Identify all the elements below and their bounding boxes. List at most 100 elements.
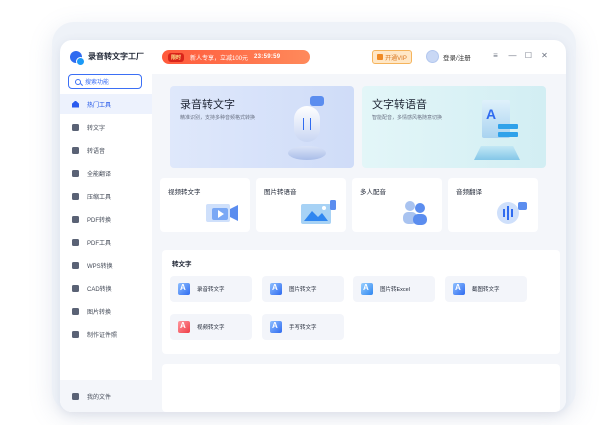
sidebar-item-compress[interactable]: 压缩工具 <box>60 186 152 206</box>
hero-subtitle: 智能配音，多情感风格随意切换 <box>372 115 443 121</box>
minimize-icon[interactable]: — <box>507 50 518 61</box>
wps-icon <box>72 261 79 269</box>
sidebar-item-my-files[interactable]: 我的文件 <box>60 386 152 406</box>
feature-label: 图片转文字 <box>289 287 317 293</box>
section-to-text: 转文字 录音转文字 图片转文字 图片转Excel 截图转文字 视频转文字 <box>162 250 560 354</box>
tile-video-to-text[interactable]: 视频转文字 <box>160 178 250 232</box>
app-window: 录音转文字工厂 限时 新人专享，立减100元 23:59:59 开通VIP 登录… <box>60 40 566 412</box>
tile-audio-translate[interactable]: 音频翻译 <box>448 178 538 232</box>
menu-icon[interactable]: ≡ <box>490 50 501 61</box>
video-icon <box>206 204 238 222</box>
sidebar-item-id-photo[interactable]: 制作证件照 <box>60 324 152 344</box>
feature-label: 截图转文字 <box>472 287 500 293</box>
vip-label: 开通VIP <box>385 55 407 62</box>
close-icon[interactable]: ✕ <box>539 50 550 61</box>
tile-label: 音频翻译 <box>456 189 482 196</box>
sidebar-item-pdf-tools[interactable]: PDF工具 <box>60 232 152 252</box>
sidebar-item-label: 转文字 <box>87 125 106 132</box>
sidebar-item-label: 图片转换 <box>87 309 112 316</box>
search-input[interactable]: 搜索功能 <box>68 74 142 89</box>
app-title: 录音转文字工厂 <box>88 52 144 61</box>
id-photo-icon <box>72 330 79 338</box>
pdf-convert-icon <box>72 215 79 223</box>
text-icon <box>72 123 79 131</box>
home-icon <box>72 100 79 108</box>
voice-icon <box>72 146 79 154</box>
vip-crown-icon <box>377 54 384 60</box>
hero-subtitle: 精准识别，支持多种音频格式转换 <box>180 115 256 121</box>
hero-card-speech-to-text[interactable]: 录音转文字 精准识别，支持多种音频格式转换 <box>170 86 354 168</box>
document-a-icon <box>270 321 282 333</box>
excel-icon <box>361 283 373 295</box>
feature-label: 手写转文字 <box>289 325 317 331</box>
tile-label: 多人配音 <box>360 189 386 196</box>
avatar[interactable] <box>426 50 439 63</box>
hero-card-text-to-speech[interactable]: 文字转语音 智能配音，多情感风格随意切换 A <box>362 86 546 168</box>
sidebar-item-label: 全能翻译 <box>87 171 112 178</box>
sidebar-item-label: 制作证件照 <box>87 332 118 339</box>
sidebar-item-label: 转语音 <box>87 148 106 155</box>
feature-image-to-excel[interactable]: 图片转Excel <box>353 276 435 302</box>
sidebar-item-label: PDF工具 <box>87 240 112 247</box>
feature-label: 视频转文字 <box>197 325 225 331</box>
sidebar-item-pdf-convert[interactable]: PDF转换 <box>60 209 152 229</box>
feature-handwriting-to-text[interactable]: 手写转文字 <box>262 314 344 340</box>
promo-text: 新人专享，立减100元 <box>190 55 249 62</box>
search-icon <box>75 78 81 85</box>
feature-video-to-text[interactable]: 视频转文字 <box>170 314 252 340</box>
vip-button[interactable]: 开通VIP <box>372 50 412 64</box>
document-a-red-icon <box>178 321 190 333</box>
feature-label: 图片转Excel <box>380 287 410 293</box>
search-placeholder: 搜索功能 <box>85 80 110 86</box>
tile-image-to-speech[interactable]: 图片转语音 <box>256 178 346 232</box>
document-a-icon <box>270 283 282 295</box>
section-next <box>162 364 560 412</box>
sidebar-bottom: 我的文件 <box>60 380 152 412</box>
feature-image-to-text[interactable]: 图片转文字 <box>262 276 344 302</box>
file-icon <box>72 392 79 400</box>
sidebar-item-label: 压缩工具 <box>87 194 112 201</box>
sidebar-item-cad[interactable]: CAD转换 <box>60 278 152 298</box>
promo-tag: 限时 <box>168 52 185 62</box>
sidebar: 搜索功能 热门工具 转文字 转语音 全能翻译 压缩工具 PDF转换 PDF工具 … <box>60 74 152 412</box>
sidebar-item-label: CAD转换 <box>87 286 112 293</box>
sidebar-item-hot-tools[interactable]: 热门工具 <box>60 94 152 114</box>
hero-title: 录音转文字 <box>180 99 235 111</box>
document-a-icon <box>178 283 190 295</box>
app-logo-icon <box>70 51 85 66</box>
sidebar-item-label: 热门工具 <box>87 102 112 109</box>
sidebar-item-wps[interactable]: WPS转换 <box>60 255 152 275</box>
sidebar-item-to-text[interactable]: 转文字 <box>60 117 152 137</box>
feature-label: 录音转文字 <box>197 287 225 293</box>
sidebar-item-translate[interactable]: 全能翻译 <box>60 163 152 183</box>
image-audio-icon <box>301 200 336 224</box>
image-icon <box>72 307 79 315</box>
maximize-icon[interactable]: ☐ <box>523 50 534 61</box>
tile-label: 视频转文字 <box>168 189 201 196</box>
promo-countdown: 23:59:59 <box>254 54 281 60</box>
people-icon <box>403 201 427 225</box>
login-link[interactable]: 登录/注册 <box>443 52 471 62</box>
tile-multi-voice[interactable]: 多人配音 <box>352 178 442 232</box>
sidebar-item-image[interactable]: 图片转换 <box>60 301 152 321</box>
microphone-illustration-icon <box>286 94 326 162</box>
main-content: 录音转文字 精准识别，支持多种音频格式转换 文字转语音 智能配音，多情感风格随意… <box>152 74 566 412</box>
sidebar-item-label: WPS转换 <box>87 263 113 270</box>
section-title: 转文字 <box>172 261 192 268</box>
tile-label: 图片转语音 <box>264 189 297 196</box>
compress-icon <box>72 192 79 200</box>
cad-icon <box>72 284 79 292</box>
pdf-tool-icon <box>72 238 79 246</box>
hero-title: 文字转语音 <box>372 99 427 111</box>
feature-audio-to-text[interactable]: 录音转文字 <box>170 276 252 302</box>
sidebar-item-label: 我的文件 <box>87 394 112 401</box>
audio-translate-icon <box>497 202 527 224</box>
document-illustration-icon: A <box>472 96 522 162</box>
promo-banner[interactable]: 限时 新人专享，立减100元 23:59:59 <box>162 50 310 64</box>
translate-icon <box>72 169 79 177</box>
title-bar: 录音转文字工厂 限时 新人专享，立减100元 23:59:59 开通VIP 登录… <box>60 40 566 74</box>
feature-screenshot-to-text[interactable]: 截图转文字 <box>445 276 527 302</box>
sidebar-item-label: PDF转换 <box>87 217 112 224</box>
sidebar-item-to-voice[interactable]: 转语音 <box>60 140 152 160</box>
document-a-icon <box>453 283 465 295</box>
